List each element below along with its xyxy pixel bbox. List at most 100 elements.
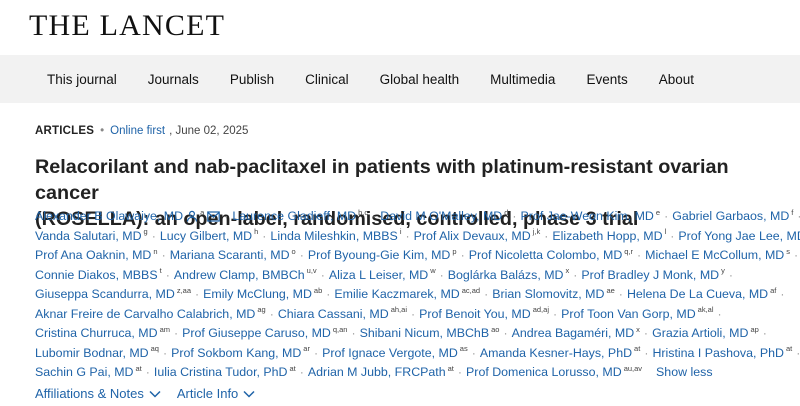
author-separator: · [796,345,800,360]
author-separator: · [313,345,319,360]
affiliation-marker: ah,ai [390,305,407,315]
author-list: Alexander B Olawaiye, MD a · Laurence Gladi… [35,207,800,383]
article-meta: ARTICLES • Online first , June 02, 2025 [35,125,248,137]
author-name: Helena De La Cueva, MD [626,287,769,301]
author-separator: · [544,228,549,243]
author-link[interactable]: Emilie Kaczmarek, MD ac,ad [334,287,480,301]
author-separator: · [405,228,410,243]
author-link[interactable]: Linda Mileshkin, MBBS i [270,228,401,242]
author-link[interactable]: Prof Bradley J Monk, MD y [581,267,724,281]
affiliation-marker: af [770,285,777,295]
author-link[interactable]: Elizabeth Hopp, MD l [552,227,667,242]
author-link[interactable]: Prof Giuseppe Caruso, MD q,an [182,326,347,340]
author-name: Laurence Gladieff, MD [232,209,357,223]
nav-events[interactable]: Events [586,72,627,87]
article-type: ARTICLES [35,125,95,137]
author-separator: · [618,287,623,301]
author-link[interactable]: Grazia Artioli, MD ap [652,326,759,340]
author-link[interactable]: Chiara Cassani, MD ah,ai [278,305,407,320]
nav-about[interactable]: About [659,72,694,87]
author-link[interactable]: Sachin G Pai, MD at [35,365,142,379]
author-link[interactable]: Prof Toon Van Gorp, MD ak,al [561,306,713,320]
author-name: Lucy Gilbert, MD [159,228,253,243]
author-name: Amanda Kesner-Hays, PhD [479,345,633,360]
author-link[interactable]: Vanda Salutari, MD g [35,228,148,243]
author-link[interactable]: Lubomir Bodnar, MD aq [35,345,159,360]
author-separator: · [717,306,722,321]
author-link[interactable]: Emily McClung, MD ab [203,287,322,301]
author-link[interactable]: Brian Slomovitz, MD ae [492,287,615,301]
online-first-link[interactable]: Online first [110,125,165,137]
author-name: Grazia Artioli, MD [652,326,749,340]
author-link[interactable]: Prof Ignace Vergote, MD as [322,344,468,359]
author-link[interactable]: Shibani Nicum, MBChB ao [360,326,500,340]
chevron-down-icon [243,390,255,398]
author-separator: · [670,228,675,243]
affiliation-marker: ar [303,344,310,354]
author-name: Alexander B Olawaiye, MD [35,209,184,223]
person-icon[interactable] [186,209,198,229]
author-link[interactable]: Prof Sokbom Kang, MD ar [171,344,310,359]
author-link[interactable]: Aliza L Leiser, MD w [329,267,436,281]
author-link[interactable]: David M O'Malley, MD d [380,209,508,223]
author-link[interactable]: Boglárka Balázs, MD x [448,267,569,281]
author-link[interactable]: Helena De La Cueva, MD af [627,287,776,301]
author-link[interactable]: Laurence Gladieff, MD b,c [232,209,368,223]
author-link[interactable]: Adrian M Jubb, FRCPath at [308,365,454,379]
author-link[interactable]: Mariana Scaranti, MD o [170,248,296,262]
nav-clinical[interactable]: Clinical [305,72,349,87]
author-link[interactable]: Michael E McCollum, MD s [645,248,790,262]
affiliations-notes-label: Affiliations & Notes [35,386,144,401]
author-link[interactable]: Prof Byoung-Gie Kim, MD p [308,248,457,262]
author-link[interactable]: Prof Domenica Lorusso, MD au,av [466,365,642,379]
author-name: Vanda Salutari, MD [35,228,142,243]
author-link[interactable]: Prof Nicoletta Colombo, MD q,r [469,248,633,262]
author-separator: · [410,306,416,321]
author-link[interactable]: Lucy Gilbert, MD h [159,228,258,243]
author-line: Giuseppa Scandurra, MD z,aa · Emily McClung… [35,285,795,305]
affiliation-marker: t [159,266,162,276]
author-line: Vanda Salutari, MD g · Lucy Gilbert, MD h · Li… [35,227,800,247]
article-info-label: Article Info [176,386,239,401]
affiliation-marker: ap [750,324,759,334]
author-link[interactable]: Cristina Churruca, MD am [35,326,170,340]
nav-journals[interactable]: Journals [148,72,199,87]
author-link[interactable]: Prof Jae-Weon Kim, MD e [521,209,661,223]
affiliations-notes-toggle[interactable]: Affiliations & Notes [35,386,161,401]
author-link[interactable]: Alexander B Olawaiye, MD a [35,209,221,223]
affiliation-marker: s [786,246,790,256]
author-link[interactable]: Gabriel Garbaos, MD f [672,209,793,223]
author-link[interactable]: Iulia Cristina Tudor, PhD at [154,365,296,379]
author-link[interactable]: Prof Yong Jae Lee, MDm [678,229,800,243]
author-link[interactable]: Prof Alix Devaux, MD j,k [414,228,541,242]
author-link[interactable]: Andrew Clamp, BMBCh u,v [173,267,317,282]
author-link[interactable]: Connie Diakos, MBBS t [35,266,162,281]
author-name: Lubomir Bodnar, MD [35,345,149,360]
author-link[interactable]: Prof Ana Oaknin, MD n [35,248,158,262]
nav-global-health[interactable]: Global health [380,72,460,87]
nav-publish[interactable]: Publish [230,72,274,87]
affiliation-marker: as [459,344,468,354]
author-link[interactable]: Andrea Bagaméri, MD x [512,326,640,340]
author-name: Shibani Nicum, MBChB [359,326,490,340]
author-link[interactable]: Giuseppa Scandurra, MD z,aa [35,287,191,301]
nav-multimedia[interactable]: Multimedia [490,72,555,87]
show-less-button[interactable]: Show less [656,365,712,379]
article-info-toggle[interactable]: Article Info [177,386,255,401]
author-link[interactable]: Hristina I Pashova, PhD at [652,345,792,359]
author-separator: · [173,326,179,340]
affiliation-marker: p [452,246,457,256]
lancet-logo[interactable]: THE LANCET [29,6,225,46]
author-link[interactable]: Aknar Freire de Carvalho Calabrich, MD ag [35,306,266,321]
author-link[interactable]: Amanda Kesner-Hays, PhD at [479,345,640,360]
author-name: Aknar Freire de Carvalho Calabrich, MD [35,306,256,321]
email-icon[interactable] [207,209,221,229]
author-name: Andrew Clamp, BMBCh [173,267,305,282]
author-separator: · [512,209,517,223]
affiliation-marker: l [664,227,667,237]
author-separator: · [439,267,444,282]
nav-this-journal[interactable]: This journal [47,72,117,87]
author-name: Brian Slomovitz, MD [492,287,605,301]
author-name: Iulia Cristina Tudor, PhD [153,365,288,379]
author-link[interactable]: Prof Benoit You, MD ad,aj [419,306,549,320]
